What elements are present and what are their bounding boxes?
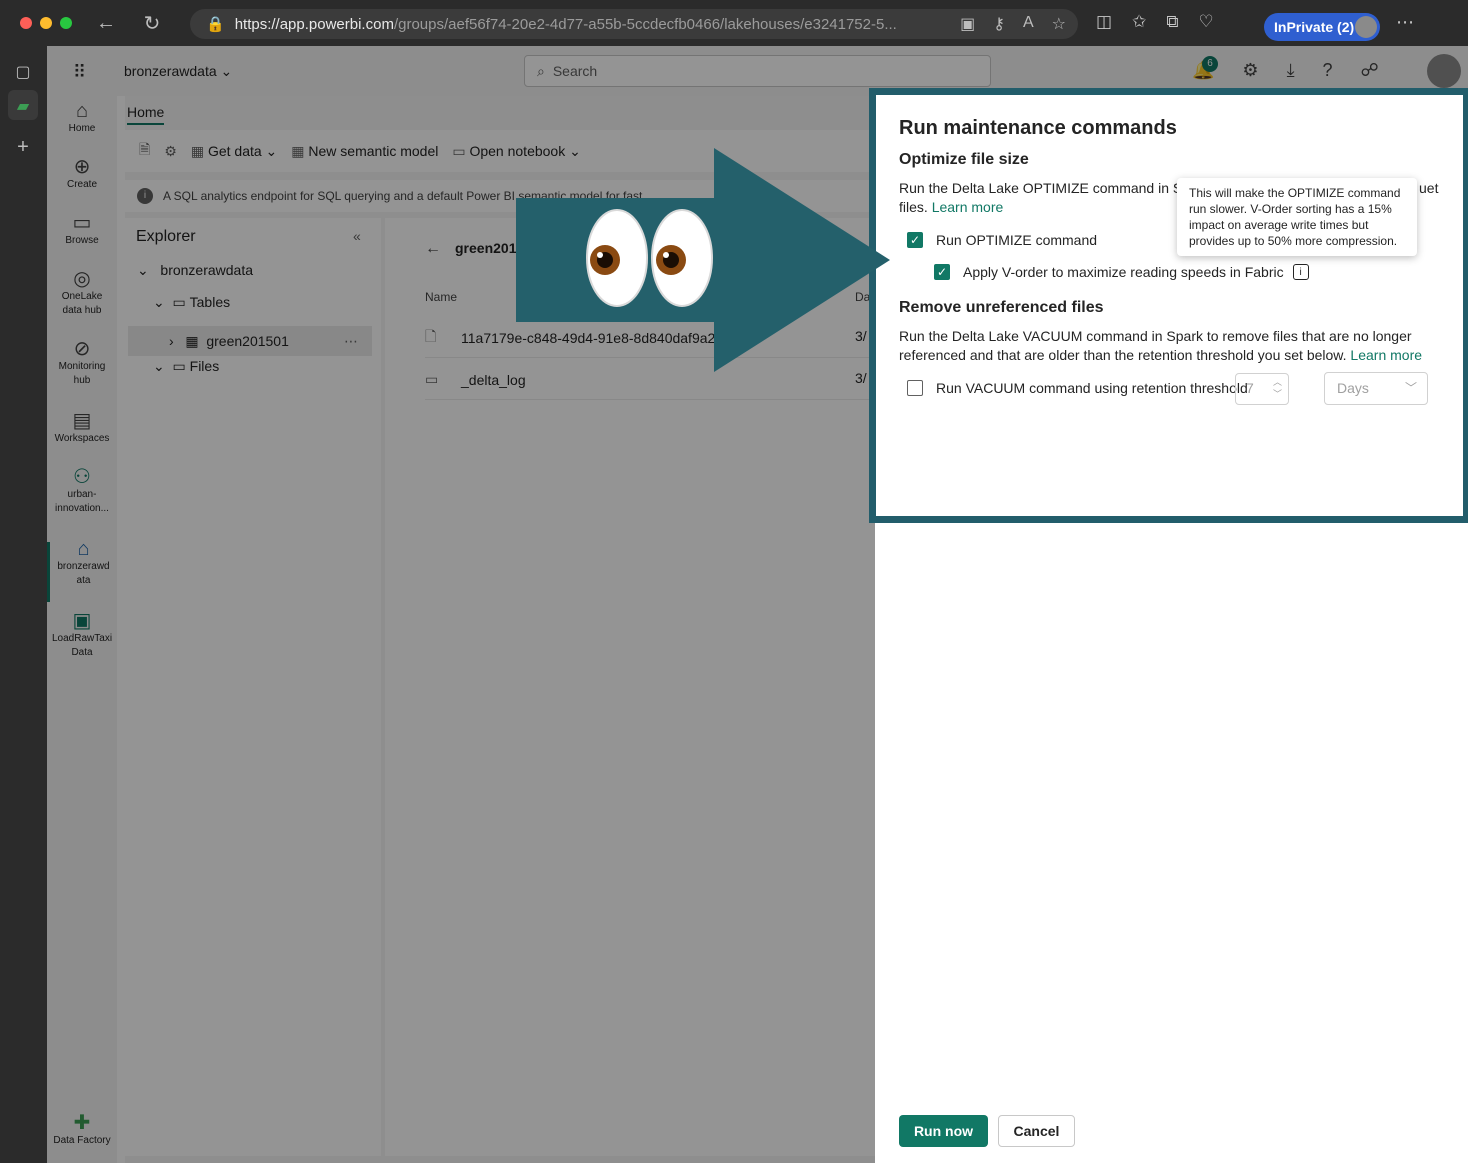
close-window-button[interactable]: [20, 17, 32, 29]
tab-actions-icon[interactable]: ▢: [13, 62, 33, 82]
address-bar[interactable]: 🔒 https://app.powerbi.com /groups/aef56f…: [190, 9, 1078, 39]
window-controls: [20, 17, 72, 29]
callout-highlight-box: [869, 88, 1468, 523]
inprivate-label: InPrivate (2): [1274, 19, 1355, 35]
cancel-button[interactable]: Cancel: [998, 1115, 1075, 1147]
vertical-tab-strip: ▢ ▰ +: [0, 46, 47, 1163]
key-icon[interactable]: ⚷: [993, 14, 1005, 34]
browser-extension-icons: ◫ ✩ ⧉ ♡: [1096, 12, 1214, 32]
lock-icon: 🔒: [206, 16, 225, 33]
address-bar-icons: ▣ ⚷ A ☆: [960, 14, 1066, 34]
fabric-tab-icon: ▰: [16, 98, 30, 115]
run-now-button[interactable]: Run now: [899, 1115, 988, 1147]
browser-toolbar: ← ↻ 🔒 https://app.powerbi.com /groups/ae…: [0, 0, 1468, 46]
inprivate-button[interactable]: InPrivate (2): [1264, 13, 1380, 41]
read-aloud-icon[interactable]: A: [1023, 14, 1034, 34]
callout-arrow-with-eyes: [516, 148, 890, 372]
refresh-icon[interactable]: ↻: [140, 11, 164, 36]
back-icon[interactable]: ←: [94, 12, 118, 35]
collections-icon[interactable]: ⧉: [1166, 12, 1178, 32]
favorites-icon[interactable]: ✩: [1132, 12, 1146, 32]
new-tab-icon[interactable]: +: [13, 136, 33, 159]
profile-avatar: [1355, 16, 1377, 38]
minimize-window-button[interactable]: [40, 17, 52, 29]
url-host: https://app.powerbi.com: [234, 15, 394, 33]
maximize-window-button[interactable]: [60, 17, 72, 29]
browser-essentials-icon[interactable]: ♡: [1198, 12, 1213, 32]
app-available-icon[interactable]: ▣: [960, 14, 975, 34]
split-screen-icon[interactable]: ◫: [1096, 12, 1112, 32]
favorite-star-icon[interactable]: ☆: [1052, 14, 1066, 34]
more-options-icon[interactable]: ⋯: [1396, 12, 1414, 33]
url-path: /groups/aef56f74-20e2-4d77-a55b-5ccdecfb…: [393, 15, 897, 33]
